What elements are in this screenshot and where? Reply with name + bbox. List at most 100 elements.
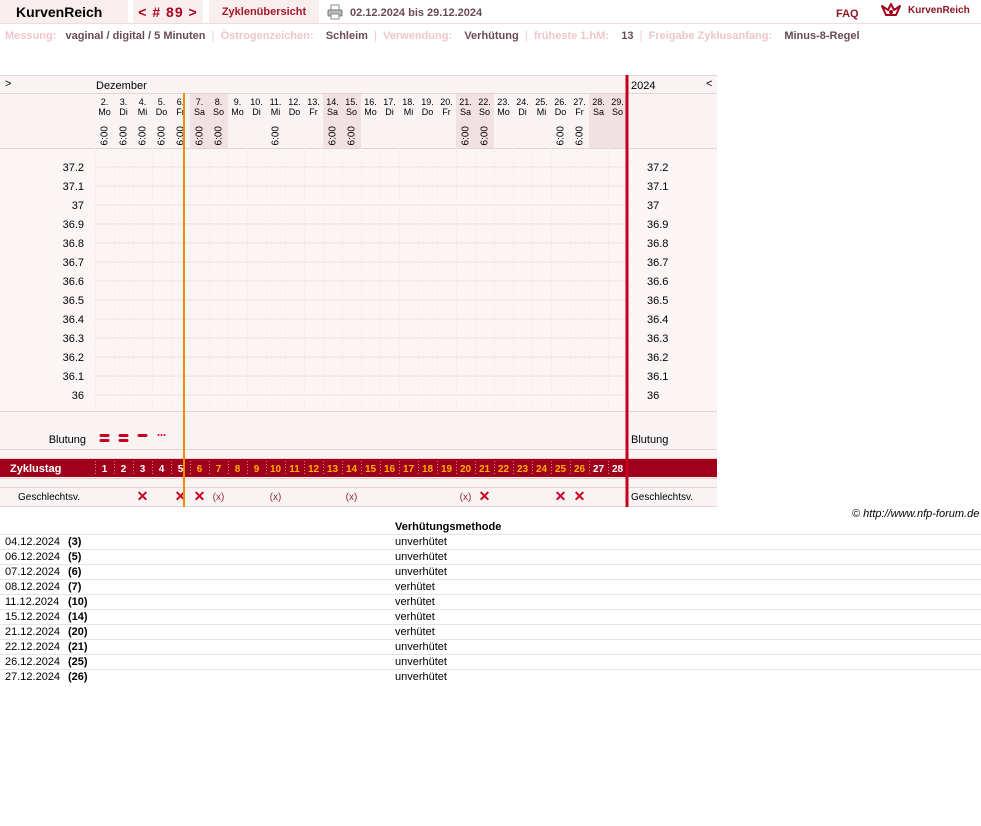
method-row-date: 07.12.2024 bbox=[5, 566, 61, 578]
day-number: 22. bbox=[478, 97, 491, 107]
cycle-day-number: 12 bbox=[308, 464, 320, 475]
method-table-row: 21.12.2024 (20) verhütet bbox=[0, 624, 981, 639]
cycle-day-number: 4 bbox=[159, 464, 165, 475]
intercourse-unprotected-mark: ✕ bbox=[194, 488, 206, 504]
next-cycle-arrow: > bbox=[5, 78, 11, 90]
cycle-day-number: 5 bbox=[178, 464, 184, 475]
cycle-day-number: 24 bbox=[536, 464, 548, 475]
day-number: 5. bbox=[158, 97, 166, 107]
bleeding-label-right: Blutung bbox=[631, 434, 668, 446]
weekday-label: Sa bbox=[194, 107, 205, 117]
weekday-label: Di bbox=[385, 107, 394, 117]
temperature-label-left: 36.2 bbox=[63, 352, 84, 364]
measurement-time: 6:00 bbox=[100, 126, 111, 146]
weekday-label: Mi bbox=[138, 107, 148, 117]
measurement-time: 6:00 bbox=[214, 126, 225, 146]
method-table-row: 06.12.2024 (5) unverhütet bbox=[0, 549, 981, 564]
intercourse-protected-mark: (x) bbox=[460, 492, 472, 503]
temperature-label-left: 37 bbox=[72, 200, 84, 212]
bleeding-mark-strong bbox=[99, 439, 110, 442]
method-row-method: verhütet bbox=[395, 626, 435, 638]
method-row-cycle-day: (3) bbox=[68, 536, 82, 548]
measurement-value: vaginal / digital / 5 Minuten bbox=[65, 30, 206, 42]
method-table-row: 04.12.2024 (3) unverhütet bbox=[0, 534, 981, 549]
logo-text[interactable]: KurvenReich bbox=[908, 5, 970, 16]
day-number: 2. bbox=[101, 97, 109, 107]
temperature-area bbox=[0, 148, 717, 411]
method-row-date: 15.12.2024 bbox=[5, 611, 61, 623]
day-number: 14. bbox=[326, 97, 339, 107]
method-table-row: 26.12.2024 (25) unverhütet bbox=[0, 654, 981, 669]
method-row-method: unverhütet bbox=[395, 566, 447, 578]
measurement-time: 6:00 bbox=[347, 126, 358, 146]
intercourse-unprotected-mark: ✕ bbox=[479, 488, 491, 504]
cycle-day-number: 20 bbox=[460, 464, 472, 475]
weekday-label: So bbox=[479, 107, 490, 117]
cycle-overview-link[interactable]: Zyklenübersicht bbox=[209, 0, 319, 23]
day-number: 9. bbox=[234, 97, 242, 107]
day-number: 8. bbox=[215, 97, 223, 107]
cycle-navigator[interactable]: < # 89 > bbox=[133, 0, 203, 23]
day-number: 16. bbox=[364, 97, 377, 107]
cycle-day-number: 2 bbox=[121, 464, 127, 475]
day-number: 28. bbox=[592, 97, 605, 107]
month-label: Dezember bbox=[96, 80, 147, 92]
method-row-cycle-day: (25) bbox=[68, 656, 88, 668]
cycle-day-number: 28 bbox=[612, 464, 624, 475]
printer-icon[interactable] bbox=[327, 4, 343, 20]
method-row-method: verhütet bbox=[395, 611, 435, 623]
method-row-cycle-day: (20) bbox=[68, 626, 88, 638]
measurement-time: 6:00 bbox=[461, 126, 472, 146]
method-row-cycle-day: (26) bbox=[68, 671, 88, 683]
meta-bar: Messung: vaginal / digital / 5 Minuten |… bbox=[5, 30, 860, 42]
weekday-label: Di bbox=[518, 107, 527, 117]
method-row-cycle-day: (6) bbox=[68, 566, 82, 578]
bleeding-mark-light bbox=[157, 434, 160, 436]
day-number: 29. bbox=[611, 97, 624, 107]
temperature-label-left: 36.3 bbox=[63, 333, 84, 345]
weekday-label: Di bbox=[252, 107, 261, 117]
faq-link[interactable]: FAQ bbox=[836, 8, 859, 20]
weekday-label: Fr bbox=[442, 107, 451, 117]
cycle-day-number: 17 bbox=[403, 464, 415, 475]
day-number: 17. bbox=[383, 97, 396, 107]
cycle-day-number: 9 bbox=[254, 464, 260, 475]
method-row-cycle-day: (5) bbox=[68, 551, 82, 563]
estrogen-value: Schleim bbox=[325, 30, 368, 42]
temperature-label-right: 36.5 bbox=[647, 295, 668, 307]
intercourse-protected-mark: (x) bbox=[213, 492, 225, 503]
day-number: 21. bbox=[459, 97, 472, 107]
method-table-row: 08.12.2024 (7) verhütet bbox=[0, 579, 981, 594]
measurement-label: Messung: bbox=[5, 30, 57, 42]
cycle-day-bar bbox=[0, 459, 717, 477]
release-value: Minus-8-Regel bbox=[784, 30, 860, 42]
measurement-time: 6:00 bbox=[575, 126, 586, 146]
method-row-method: unverhütet bbox=[395, 641, 447, 653]
cycle-day-number: 8 bbox=[235, 464, 241, 475]
temperature-label-right: 37 bbox=[647, 200, 659, 212]
day-number: 27. bbox=[573, 97, 586, 107]
temperature-label-left: 36.6 bbox=[63, 276, 84, 288]
cycle-day-number: 16 bbox=[384, 464, 396, 475]
day-number: 18. bbox=[402, 97, 415, 107]
method-table-row: 22.12.2024 (21) unverhütet bbox=[0, 639, 981, 654]
method-table-row: 07.12.2024 (6) unverhütet bbox=[0, 564, 981, 579]
temperature-label-left: 37.2 bbox=[63, 162, 84, 174]
crown-logo-icon[interactable] bbox=[880, 1, 902, 19]
method-table-row: 27.12.2024 (26) unverhütet bbox=[0, 669, 981, 684]
day-number: 26. bbox=[554, 97, 567, 107]
temperature-label-right: 36.4 bbox=[647, 314, 668, 326]
weekday-label: Mi bbox=[271, 107, 281, 117]
weekday-label: Mo bbox=[231, 107, 244, 117]
day-number: 25. bbox=[535, 97, 548, 107]
cycle-day-number: 15 bbox=[365, 464, 377, 475]
copyright-link[interactable]: © http://www.nfp-forum.de bbox=[852, 508, 979, 520]
intercourse-protected-mark: (x) bbox=[346, 492, 358, 503]
brand-title: KurvenReich bbox=[0, 0, 128, 23]
bleeding-mark-medium bbox=[137, 434, 148, 437]
measurement-time: 6:00 bbox=[138, 126, 149, 146]
measurement-time: 6:00 bbox=[328, 126, 339, 146]
meta-separator: | bbox=[370, 30, 380, 42]
cycle-day-number: 18 bbox=[422, 464, 434, 475]
method-row-date: 27.12.2024 bbox=[5, 671, 61, 683]
